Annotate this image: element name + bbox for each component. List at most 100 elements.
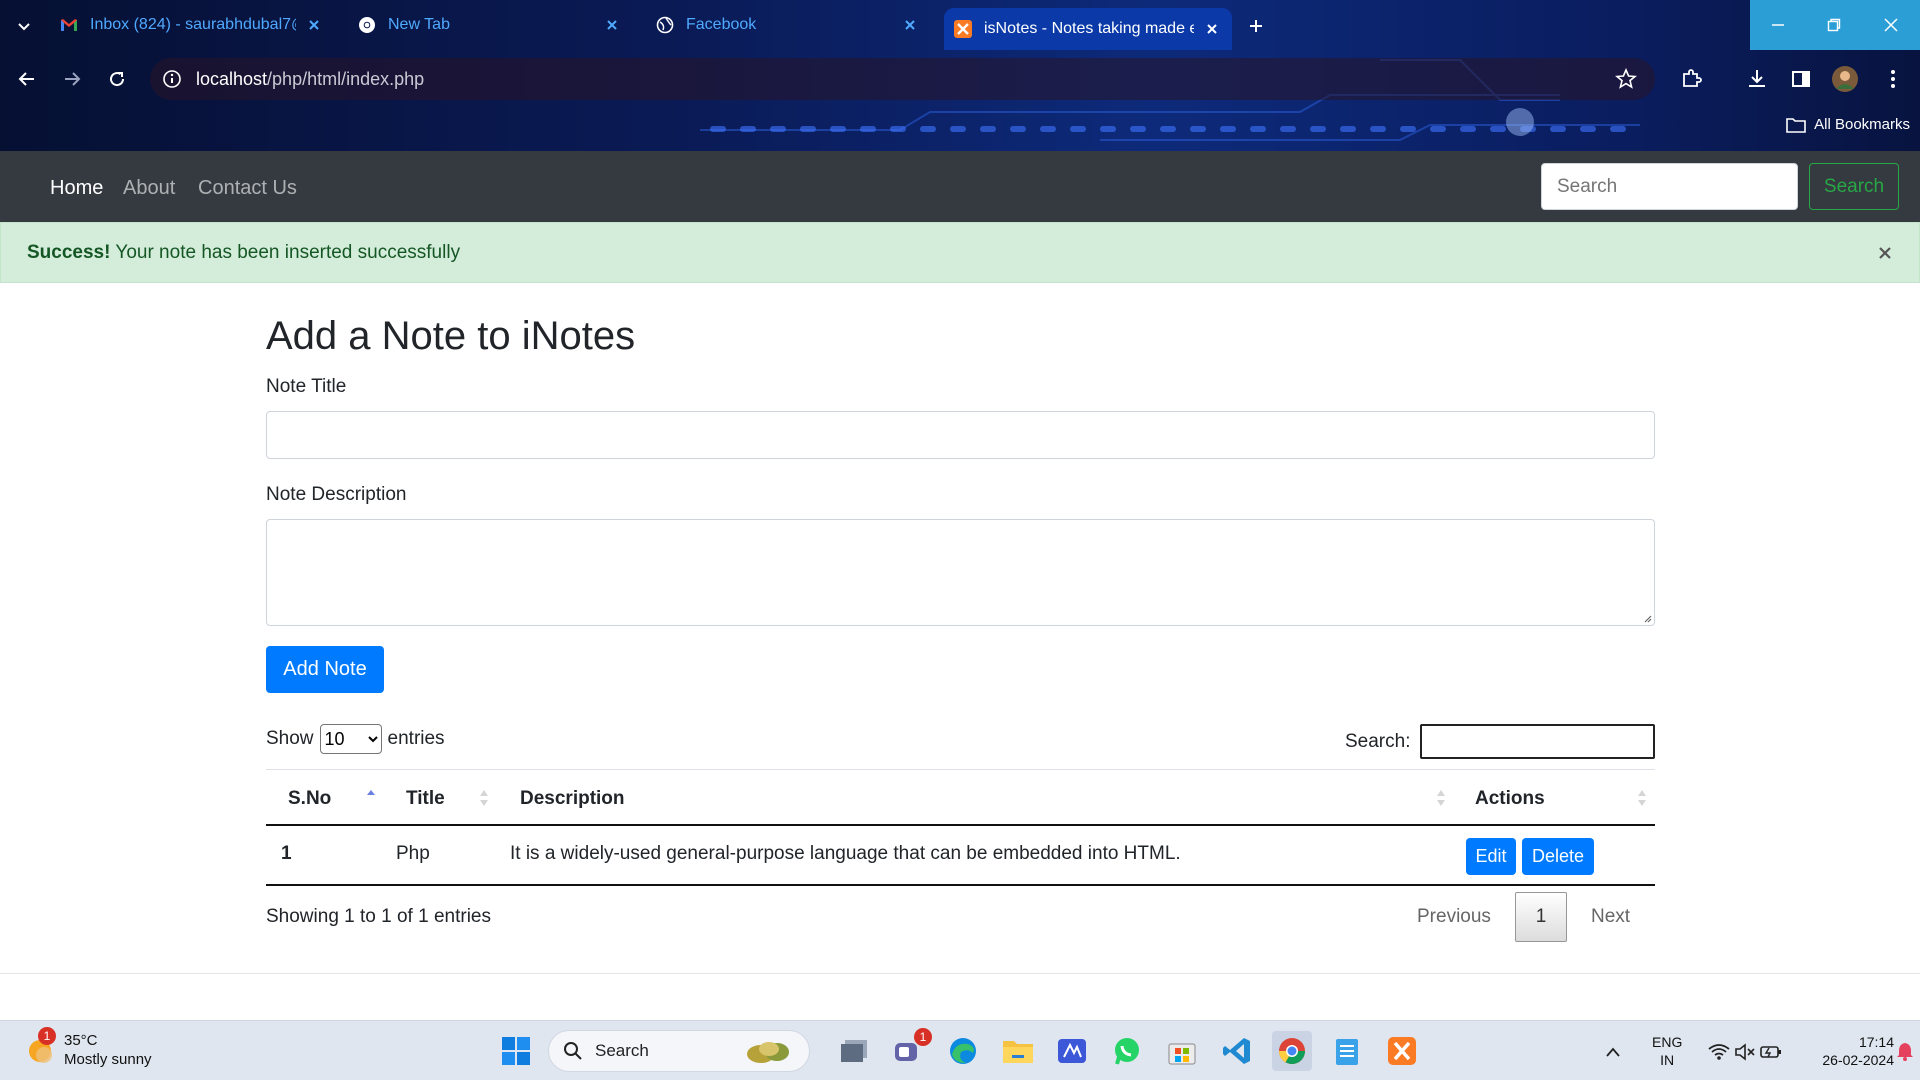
search-icon [564, 1042, 582, 1060]
whatsapp-button[interactable] [1107, 1031, 1147, 1071]
tab-title: New Tab [388, 16, 450, 33]
windows-taskbar: 1 35°C Mostly sunny Search 1 ENG IN 17:1… [0, 1020, 1920, 1080]
edge-icon [950, 1038, 976, 1064]
info-icon[interactable] [162, 69, 182, 89]
clock-time: 17:14 [1858, 1034, 1894, 1050]
battery-icon[interactable] [1760, 1044, 1782, 1060]
column-header-description[interactable]: Description [520, 788, 625, 810]
address-bar[interactable]: localhost/php/html/index.php [150, 58, 1655, 100]
downloads-button[interactable] [1740, 62, 1774, 96]
tab-gmail[interactable]: Inbox (824) - saurabhdubal7@g [50, 8, 334, 42]
store-button[interactable] [1162, 1031, 1202, 1071]
close-tab-icon[interactable] [1202, 19, 1222, 39]
pagination-page-1[interactable]: 1 [1515, 892, 1567, 942]
close-tab-icon[interactable] [900, 15, 920, 35]
column-header-sno[interactable]: S.No [288, 788, 331, 810]
weather-widget[interactable]: 1 35°C Mostly sunny [24, 1027, 152, 1069]
browser-menu-button[interactable] [1876, 62, 1910, 96]
note-description-textarea[interactable] [266, 519, 1655, 626]
weather-desc: Mostly sunny [64, 1051, 152, 1068]
wifi-icon[interactable] [1708, 1043, 1730, 1061]
restore-button[interactable] [1806, 0, 1862, 50]
profile-avatar[interactable] [1828, 62, 1862, 96]
pagination-previous[interactable]: Previous [1417, 906, 1491, 928]
browser-toolbar: localhost/php/html/index.php [0, 50, 1920, 108]
pagination: Previous 1 Next [1396, 892, 1655, 942]
language-line1: ENG [1652, 1034, 1683, 1050]
close-tab-icon[interactable] [602, 15, 622, 35]
minimize-icon [1772, 24, 1784, 26]
side-panel-button[interactable] [1784, 62, 1818, 96]
bookmark-star-icon[interactable] [1615, 68, 1637, 90]
tab-inotes[interactable]: isNotes - Notes taking made ea [944, 8, 1232, 50]
nav-home-link[interactable]: Home [50, 177, 103, 200]
resize-handle-icon[interactable] [1642, 613, 1652, 623]
show-label: Show [266, 728, 314, 749]
tab-new-tab[interactable]: New Tab [348, 8, 632, 42]
all-bookmarks-button[interactable]: All Bookmarks [1786, 116, 1910, 133]
page-length-select[interactable]: 10 [319, 724, 382, 754]
site-navbar: Home About Contact Us Search [0, 151, 1920, 222]
alert-close-button[interactable] [1873, 241, 1897, 265]
chevron-down-icon [18, 23, 30, 31]
new-tab-button[interactable] [1240, 10, 1272, 42]
xampp-icon [1388, 1037, 1416, 1065]
vscode-button[interactable] [1217, 1031, 1257, 1071]
page-length-control: Show 10 entries [266, 724, 445, 754]
notepad-button[interactable] [1327, 1031, 1367, 1071]
note-description-label: Note Description [266, 484, 407, 505]
tab-strip: Inbox (824) - saurabhdubal7@g New Tab Fa… [0, 0, 1920, 50]
tab-title: Inbox (824) - saurabhdubal7@g [90, 16, 296, 33]
taskbar-search[interactable]: Search [548, 1030, 810, 1072]
chrome-icon [359, 17, 375, 33]
folder-icon [1003, 1041, 1033, 1063]
chrome-button[interactable] [1272, 1031, 1312, 1071]
teams-button[interactable]: 1 [888, 1028, 932, 1071]
column-header-title[interactable]: Title [406, 788, 445, 810]
sort-both-icon[interactable] [1436, 789, 1446, 807]
chevron-up-icon[interactable] [1606, 1047, 1620, 1057]
close-tab-icon[interactable] [304, 15, 324, 35]
navbar-search-input[interactable] [1541, 163, 1798, 210]
add-note-button[interactable]: Add Note [266, 646, 384, 693]
nav-contact-link[interactable]: Contact Us [198, 177, 297, 200]
forward-button[interactable] [55, 62, 89, 96]
weather-temp: 35°C [64, 1032, 98, 1049]
pagination-next[interactable]: Next [1591, 906, 1630, 928]
search-highlight-icon [747, 1042, 789, 1063]
sort-asc-icon[interactable] [366, 789, 376, 803]
app-button[interactable] [1052, 1031, 1092, 1071]
minimize-button[interactable] [1750, 0, 1806, 50]
tab-title: isNotes - Notes taking made ea [984, 20, 1194, 37]
navbar-search-button[interactable]: Search [1809, 163, 1899, 210]
reload-button[interactable] [100, 62, 134, 96]
table-search-input[interactable] [1420, 724, 1656, 759]
xampp-button[interactable] [1382, 1031, 1422, 1071]
file-explorer-button[interactable] [998, 1031, 1038, 1071]
tab-search-button[interactable] [8, 10, 40, 42]
notification-bell-icon[interactable] [1896, 1041, 1914, 1061]
speaker-muted-icon[interactable] [1734, 1043, 1756, 1061]
clock[interactable]: 17:14 26-02-2024 [1804, 1033, 1894, 1069]
tab-facebook[interactable]: Facebook [646, 8, 930, 42]
restore-icon [1827, 18, 1841, 32]
table-filter: Search: [1345, 724, 1656, 759]
language-line2: IN [1660, 1052, 1675, 1068]
task-view-icon [841, 1040, 867, 1062]
edit-button[interactable]: Edit [1466, 838, 1516, 875]
app-icon [1058, 1039, 1086, 1063]
column-header-actions[interactable]: Actions [1475, 788, 1545, 810]
delete-button[interactable]: Delete [1522, 838, 1594, 875]
start-button[interactable] [496, 1031, 536, 1071]
edge-button[interactable] [943, 1031, 983, 1071]
back-button[interactable] [10, 62, 44, 96]
url-path: /php/html/index.php [267, 68, 425, 89]
note-title-input[interactable] [266, 411, 1655, 459]
task-view-button[interactable] [834, 1031, 874, 1071]
nav-about-link[interactable]: About [123, 177, 175, 200]
extensions-button[interactable] [1674, 62, 1708, 96]
close-window-button[interactable] [1862, 0, 1920, 50]
sort-both-icon[interactable] [479, 789, 489, 807]
sort-both-icon[interactable] [1637, 789, 1647, 807]
language-indicator[interactable]: ENG IN [1652, 1033, 1682, 1069]
